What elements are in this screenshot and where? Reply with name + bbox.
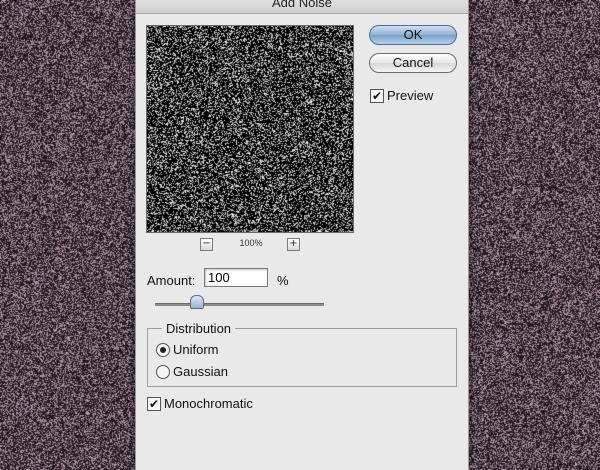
zoom-out-button[interactable]: − <box>200 238 213 251</box>
amount-unit: % <box>277 273 289 288</box>
uniform-radio[interactable] <box>156 343 170 357</box>
add-noise-dialog: Add Noise − 100% + OK Cancel ✔ Preview A… <box>135 0 469 470</box>
ok-button[interactable]: OK <box>369 25 457 45</box>
distribution-title: Distribution <box>162 321 235 336</box>
radio-selected-dot <box>160 347 166 353</box>
uniform-label: Uniform <box>173 342 219 357</box>
dialog-title: Add Noise <box>272 0 332 13</box>
dialog-titlebar[interactable]: Add Noise <box>136 0 468 14</box>
monochromatic-label: Monochromatic <box>164 396 253 411</box>
preview-checkbox[interactable]: ✔ <box>370 89 384 103</box>
zoom-level-label: 100% <box>226 238 276 248</box>
preview-image <box>147 26 353 232</box>
amount-input[interactable] <box>204 268 268 287</box>
gaussian-label: Gaussian <box>173 364 228 379</box>
amount-slider-track[interactable] <box>155 303 324 306</box>
amount-label: Amount: <box>147 273 195 288</box>
monochromatic-checkbox[interactable]: ✔ <box>147 397 161 411</box>
noise-preview[interactable] <box>146 25 354 233</box>
zoom-in-button[interactable]: + <box>287 238 300 251</box>
cancel-button[interactable]: Cancel <box>369 53 457 73</box>
amount-slider-thumb[interactable] <box>190 295 204 309</box>
preview-label: Preview <box>387 88 433 103</box>
gaussian-radio[interactable] <box>156 365 170 379</box>
